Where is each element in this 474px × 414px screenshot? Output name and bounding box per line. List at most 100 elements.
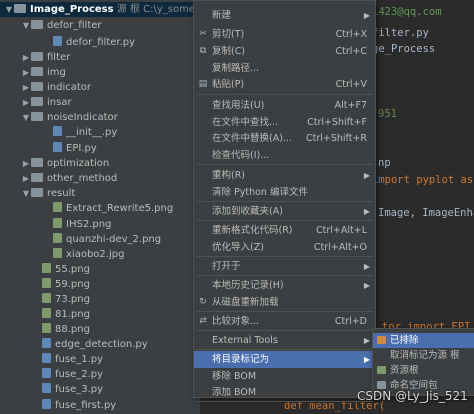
tree-label: EPI.py	[66, 143, 97, 154]
menu-item[interactable]: 重构(R) ▶	[194, 167, 375, 184]
menu-item[interactable]: 查找用法(U) Alt+F7	[194, 97, 375, 114]
menu-item[interactable]: 复制路径...	[194, 60, 375, 77]
submenu-arrow-icon: ▶	[363, 336, 370, 345]
menu-item[interactable]: ▤ 粘贴(P) Ctrl+V	[194, 76, 375, 93]
tree-file[interactable]: 55.png	[10, 262, 90, 277]
submenu-arrow-icon: ▶	[363, 262, 370, 271]
menu-item-shortcut: Ctrl+Alt+L	[316, 225, 367, 236]
menu-item[interactable]: 在文件中替换(A)... Ctrl+Shift+R	[194, 130, 375, 147]
tree-label: noiseIndicator	[47, 112, 118, 123]
submenu-item[interactable]: 已排除	[373, 333, 474, 348]
menu-item[interactable]: 将目录标记为 ▶	[194, 351, 375, 368]
folder-icon	[377, 381, 386, 389]
expand-right-icon[interactable]: ▶	[21, 65, 31, 80]
menu-item[interactable]: 优化导入(Z) Ctrl+Alt+O	[194, 239, 375, 256]
expand-down-icon[interactable]: ▼	[21, 18, 31, 33]
tree-file[interactable]: 81.png	[10, 307, 90, 322]
tree-file[interactable]: edge_detection.py	[10, 337, 148, 352]
tree-file[interactable]: fuse_first.py	[10, 398, 116, 413]
expand-right-icon[interactable]: ▶	[21, 95, 31, 110]
menu-item-label: 检查代码(I)...	[212, 150, 270, 161]
menu-item[interactable]: ↻ 从磁盘重新加载	[194, 294, 375, 311]
menu-item[interactable]: ⇄ 比较对象... Ctrl+D	[194, 313, 375, 330]
tree-folder[interactable]: ▼ result	[10, 186, 75, 201]
tree-label: insar	[47, 97, 72, 108]
root-path-label: 源 根 C:\y_some	[113, 4, 195, 15]
menu-separator	[196, 401, 373, 402]
expand-right-icon[interactable]: ▶	[21, 171, 31, 186]
tree-folder[interactable]: ▶ optimization	[10, 156, 109, 171]
tree-folder[interactable]: ▼ noiseIndicator	[10, 110, 118, 125]
menu-item[interactable]: 打开于 ▶	[194, 258, 375, 275]
tree-file[interactable]: xiaobo2.jpg	[10, 247, 124, 262]
submenu-item[interactable]: 取消标记为源 根	[373, 348, 474, 363]
code-line: ge_Process	[372, 43, 436, 55]
tree-file[interactable]: fuse_1.py	[10, 352, 103, 367]
tree-file[interactable]: quanzhi-dev_2.png	[10, 232, 161, 247]
tree-folder[interactable]: ▶ indicator	[10, 80, 91, 95]
menu-item[interactable]: 移除 BOM	[194, 368, 375, 385]
expand-right-icon[interactable]: ▶	[21, 156, 31, 171]
image-file-icon	[53, 202, 62, 212]
tree-folder[interactable]: ▶ filter	[10, 50, 70, 65]
tree-file[interactable]: defor_filter.py	[10, 35, 135, 50]
folder-icon	[31, 158, 43, 167]
menu-item[interactable]: External Tools ▶	[194, 332, 375, 349]
folder-icon	[377, 336, 386, 344]
tree-file[interactable]: fuse_2.py	[10, 367, 103, 382]
tree-file[interactable]: __init__.py	[10, 125, 117, 140]
menu-item-label: 粘贴(P)	[212, 79, 245, 90]
menu-item[interactable]: 重新格式化代码(R) Ctrl+Alt+L	[194, 222, 375, 239]
context-menu[interactable]: 新建 ▶ ✂ 剪切(T) Ctrl+X ⧉ 复制(C) Ctrl+C 复制路径... ▤ 粘贴(P)…	[193, 0, 376, 402]
tree-file[interactable]: 59.png	[10, 277, 90, 292]
expand-down-icon[interactable]: ▼	[21, 110, 31, 125]
tree-file[interactable]: 88.png	[10, 322, 90, 337]
submenu-item[interactable]: 资源根	[373, 363, 474, 378]
menu-item[interactable]: 添加到收藏夹(A) ▶	[194, 203, 375, 220]
menu-item[interactable]: 本地历史记录(H) ▶	[194, 277, 375, 294]
folder-icon	[31, 82, 43, 91]
menu-item-label: 清除 Python 编译文件	[212, 187, 308, 198]
tree-folder[interactable]: ▼ defor_filter	[10, 18, 102, 33]
tree-label: xiaobo2.jpg	[66, 249, 125, 260]
menu-item[interactable]: 新建 ▶	[194, 7, 375, 24]
tree-label: optimization	[47, 158, 110, 169]
expand-down-icon[interactable]: ▼	[21, 186, 31, 201]
menu-item[interactable]: 在文件中查找... Ctrl+Shift+F	[194, 114, 375, 131]
menu-item[interactable]: 检查代码(I)...	[194, 147, 375, 164]
tree-file[interactable]: IHS2.png	[10, 217, 111, 232]
tree-file[interactable]: 73.png	[10, 292, 90, 307]
menu-separator	[196, 94, 373, 95]
tree-folder[interactable]: ▶ other_method	[10, 171, 117, 186]
tree-file[interactable]: fuse_3.py	[10, 382, 103, 397]
image-file-icon	[42, 263, 51, 273]
tree-file[interactable]: EPI.py	[10, 141, 97, 156]
expand-right-icon[interactable]: ▶	[21, 80, 31, 95]
tree-label: other_method	[47, 173, 118, 184]
expand-down-icon[interactable]: ▼	[4, 2, 14, 17]
menu-item[interactable]: 添加 BOM	[194, 384, 375, 401]
menu-separator	[196, 164, 373, 165]
submenu-item-label: 已排除	[390, 335, 419, 346]
code-line: 951	[378, 108, 397, 120]
tree-file[interactable]: Extract_Rewrite5.png	[10, 201, 173, 216]
tree-label: defor_filter	[47, 20, 102, 31]
menu-item[interactable]: ✂ 剪切(T) Ctrl+X	[194, 26, 375, 43]
project-tree[interactable]: ▼ Image_Process 源 根 C:\y_some ▼ defor_filte…	[0, 0, 200, 414]
tree-folder[interactable]: ▶ img	[10, 65, 66, 80]
python-file-icon	[42, 338, 51, 348]
image-file-icon	[42, 308, 51, 318]
image-file-icon	[53, 233, 62, 243]
tree-folder[interactable]: ▶ insar	[10, 95, 72, 110]
project-root[interactable]: ▼ Image_Process 源 根 C:\y_some	[0, 2, 200, 17]
menu-item[interactable]: ⧉ 复制(C) Ctrl+C	[194, 43, 375, 60]
cut-icon: ✂	[199, 29, 207, 39]
expand-right-icon[interactable]: ▶	[21, 50, 31, 65]
tree-label: filter	[47, 52, 71, 63]
tree-label: Image_Process	[30, 4, 114, 15]
menu-item[interactable]: 清除 Python 编译文件	[194, 184, 375, 201]
submenu-arrow-icon: ▶	[363, 355, 370, 364]
menu-separator	[196, 330, 373, 331]
mark-directory-submenu[interactable]: 已排除 取消标记为源 根资源根 命名空间包	[372, 328, 474, 396]
tree-label: 55.png	[55, 264, 90, 275]
